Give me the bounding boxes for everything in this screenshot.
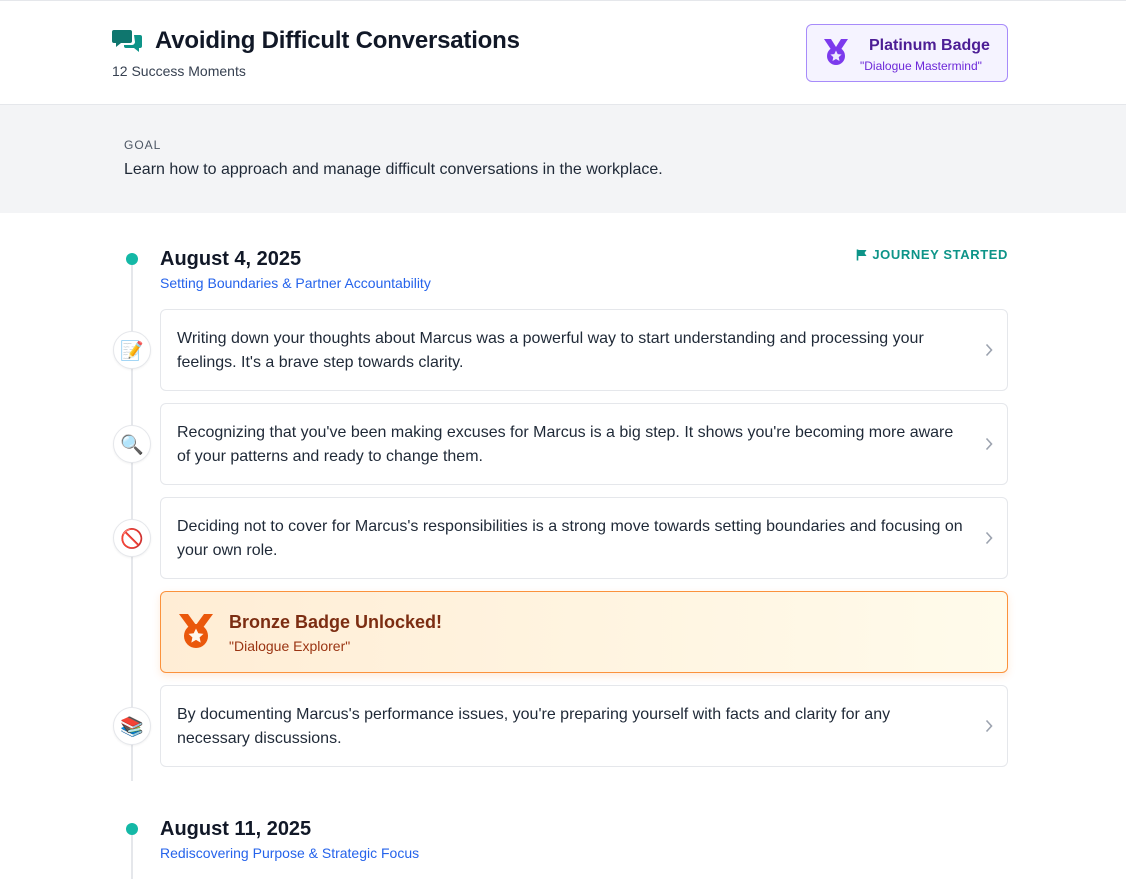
books-icon: 📚 <box>113 707 151 745</box>
chat-bubbles-icon <box>112 30 142 52</box>
medal-icon <box>824 39 848 65</box>
chevron-right-icon <box>985 437 993 451</box>
bronze-badge-title: Bronze Badge Unlocked! <box>229 612 443 632</box>
timeline-dot <box>126 253 138 265</box>
section-date: August 4, 2025 <box>160 248 302 270</box>
platinum-badge-title: Platinum Badge <box>869 37 990 54</box>
journey-started-status: JOURNEY STARTED <box>856 247 1008 262</box>
chevron-right-icon <box>985 343 993 357</box>
goal-panel: GOAL Learn how to approach and manage di… <box>0 105 1126 213</box>
journey-started-label: JOURNEY STARTED <box>872 247 1008 262</box>
success-moment-card[interactable]: Recognizing that you've been making excu… <box>160 403 1008 485</box>
timeline: August 4, 2025 Setting Boundaries & Part… <box>0 213 1126 879</box>
goal-text: Learn how to approach and manage difficu… <box>124 161 663 178</box>
title-row: Avoiding Difficult Conversations <box>112 27 520 55</box>
memo-icon: 📝 <box>113 331 151 369</box>
section-topic[interactable]: Setting Boundaries & Partner Accountabil… <box>160 275 431 291</box>
moment-text: Deciding not to cover for Marcus's respo… <box>177 518 963 559</box>
page-title: Avoiding Difficult Conversations <box>155 27 520 54</box>
moment-text: Recognizing that you've been making excu… <box>177 424 954 465</box>
platinum-badge-subtitle: "Dialogue Mastermind" <box>860 59 982 73</box>
timeline-line <box>131 829 133 879</box>
section-date: August 11, 2025 <box>160 818 312 840</box>
bronze-medal-icon <box>179 614 213 648</box>
success-moment-card[interactable]: Deciding not to cover for Marcus's respo… <box>160 497 1008 579</box>
chevron-right-icon <box>985 531 993 545</box>
prohibited-icon: 🚫 <box>113 519 151 557</box>
platinum-badge[interactable]: Platinum Badge "Dialogue Mastermind" <box>806 24 1008 82</box>
chevron-right-icon <box>985 719 993 733</box>
moment-text: By documenting Marcus's performance issu… <box>177 706 891 747</box>
success-count: 12 Success Moments <box>112 63 246 79</box>
success-moment-card[interactable]: By documenting Marcus's performance issu… <box>160 685 1008 767</box>
bronze-badge-unlocked[interactable]: Bronze Badge Unlocked! "Dialogue Explore… <box>160 591 1008 673</box>
goal-label: GOAL <box>124 138 162 152</box>
moment-text: Writing down your thoughts about Marcus … <box>177 330 924 371</box>
page-header: Avoiding Difficult Conversations 12 Succ… <box>0 1 1126 105</box>
flag-icon <box>857 249 867 260</box>
success-moment-card[interactable]: Writing down your thoughts about Marcus … <box>160 309 1008 391</box>
section-topic[interactable]: Rediscovering Purpose & Strategic Focus <box>160 845 419 861</box>
timeline-dot <box>126 823 138 835</box>
magnifier-icon: 🔍 <box>113 425 151 463</box>
bronze-badge-subtitle: "Dialogue Explorer" <box>229 638 351 654</box>
